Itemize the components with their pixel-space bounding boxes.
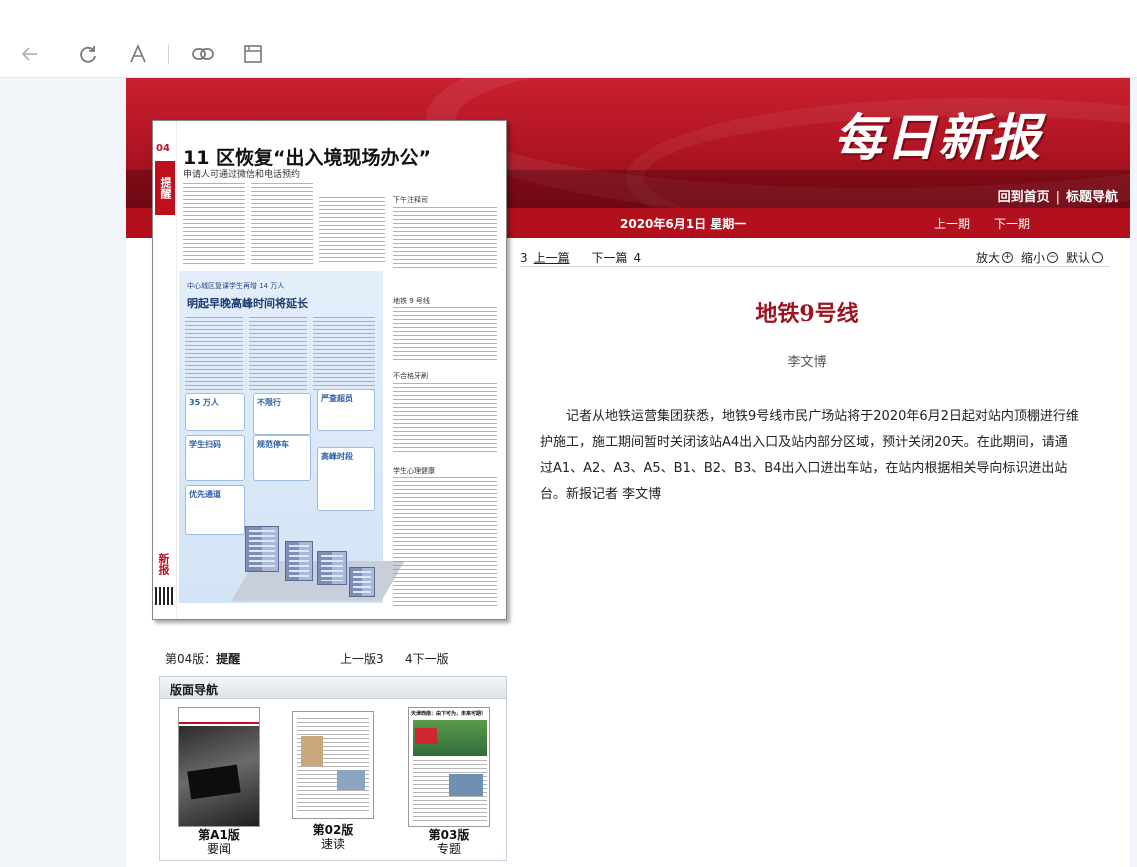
layout-nav-header: 版面导航	[160, 677, 506, 699]
page-number: 04	[156, 143, 170, 154]
info-card-title: 严查超员	[321, 394, 353, 403]
toolbar-separator	[168, 44, 169, 64]
building-illustration	[349, 567, 375, 597]
browser-toolbar	[0, 0, 1137, 78]
text-column	[393, 307, 497, 363]
page-label-a1[interactable]: 第A1版 要闻	[174, 828, 264, 856]
text-column	[249, 317, 307, 393]
next-issue-link[interactable]: 下一期	[994, 215, 1030, 232]
building-illustration	[245, 526, 279, 572]
column-heading: 地铁 9 号线	[393, 297, 430, 305]
article-title: 地铁9号线	[755, 301, 859, 327]
page-headline[interactable]: 11 区恢复“出入境现场办公”	[183, 143, 431, 170]
zoom-reset-button[interactable]: 默认	[1066, 249, 1104, 266]
page-label-02[interactable]: 第02版 速读	[288, 823, 378, 851]
thumbnail-headline: 天津西南：由下可为，未来可期!	[411, 711, 484, 717]
page-thumbnail-a1[interactable]	[178, 707, 260, 827]
next-article-link[interactable]: 下一篇	[591, 251, 627, 265]
page-subhead: 申请人可通过微信和电话预约	[183, 170, 301, 180]
window-icon[interactable]	[239, 40, 267, 68]
prev-issue-link[interactable]: 上一期	[934, 215, 970, 232]
page-side-strip: 04 提醒 新报	[153, 121, 177, 619]
text-column	[183, 183, 245, 265]
infographic-title[interactable]: 明起早晚高峰时间将延长	[187, 295, 308, 311]
current-page-info: 第04版：提醒	[165, 652, 241, 666]
zoom-in-button[interactable]: 放大 +	[976, 249, 1014, 266]
info-card-title: 优先通道	[189, 490, 221, 499]
newspaper-logo: 每日新报	[834, 108, 1042, 167]
prev-article-link[interactable]: 上一篇	[534, 251, 570, 265]
circle-icon	[1092, 252, 1104, 263]
title-nav-link[interactable]: 标题导航	[1066, 190, 1118, 205]
reload-icon[interactable]	[74, 40, 102, 68]
page-thumbnail-03[interactable]: 天津西南：由下可为，未来可期!	[408, 707, 490, 827]
text-column	[319, 197, 385, 265]
infographic-kicker: 中心城区复课学生再增 14 万人	[187, 282, 285, 290]
divider	[520, 266, 1110, 267]
info-card-title: 学生扫码	[189, 440, 221, 449]
info-card-title: 规范停车	[257, 440, 289, 449]
newspaper-page-image[interactable]: 04 提醒 新报 11 区恢复“出入境现场办公” 申请人可通过微信和电话预约 中…	[152, 120, 507, 620]
text-column	[393, 477, 497, 607]
minus-circle-icon: −	[1047, 252, 1059, 263]
column-heading: 下午注释司	[393, 196, 428, 204]
zoom-out-button[interactable]: 缩小 −	[1021, 249, 1059, 266]
vertical-brand: 新报	[157, 553, 170, 575]
page-label-03[interactable]: 第03版 专题	[404, 828, 494, 856]
next-article-number: 4	[633, 251, 642, 265]
plus-circle-icon: +	[1002, 252, 1014, 263]
link-icon[interactable]	[189, 40, 217, 68]
article-author: 李文博	[787, 355, 827, 370]
text-column	[393, 383, 497, 453]
column-heading: 不合格牙刷	[393, 372, 428, 380]
text-column	[251, 183, 313, 265]
section-tag: 提醒	[155, 161, 175, 215]
issue-date: 2020年6月1日 星期一	[620, 217, 747, 231]
font-icon[interactable]	[124, 40, 152, 68]
home-link[interactable]: 回到首页	[998, 190, 1050, 205]
qr-code-icon	[155, 587, 173, 605]
info-card-title: 35 万人	[189, 398, 219, 407]
page-thumbnail-02[interactable]	[292, 711, 374, 819]
prev-article-number: 3	[520, 251, 528, 265]
column-heading: 学生心理健康	[393, 467, 435, 475]
info-card-title: 高峰时段	[321, 452, 353, 461]
text-column	[185, 317, 243, 393]
text-column	[313, 317, 375, 393]
zoom-controls: 放大 + 缩小 − 默认	[976, 249, 1104, 266]
article-body: 记者从地铁运营集团获悉，地铁9号线市民广场站将于2020年6月2日起对站内顶棚进…	[540, 409, 1079, 502]
back-arrow-icon[interactable]	[16, 40, 44, 68]
prev-page-link[interactable]: 上一版3	[340, 650, 384, 667]
layout-nav-panel: 版面导航 第A1版 要闻 第02版 速读 天津西南：由下可为，未来可期! 第03…	[159, 676, 507, 861]
next-page-link[interactable]: 4下一版	[405, 650, 449, 667]
building-illustration	[285, 541, 313, 581]
text-column	[393, 207, 497, 271]
masthead-links: 回到首页 | 标题导航	[997, 190, 1118, 205]
article-nav: 3 上一篇 下一篇 4	[520, 249, 647, 266]
building-illustration	[317, 551, 347, 585]
info-card-title: 不限行	[257, 398, 281, 407]
